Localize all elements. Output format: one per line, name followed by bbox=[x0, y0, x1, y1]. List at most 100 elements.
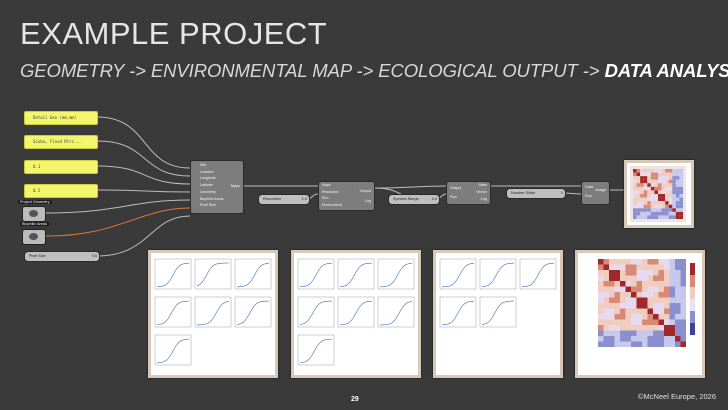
heatmap-cell bbox=[665, 208, 669, 212]
heatmap-cell bbox=[620, 325, 626, 331]
environmental-map-component[interactable]: Site Location Longitude Latitude Geometr… bbox=[190, 160, 244, 214]
heatmap-cell bbox=[647, 325, 653, 331]
heatmap-cell bbox=[668, 172, 673, 177]
heatmap-cell bbox=[668, 176, 673, 180]
heatmap-cell bbox=[598, 325, 604, 331]
heatmap-cell bbox=[643, 211, 648, 216]
heatmap-cell bbox=[668, 197, 673, 202]
input-panel[interactable]: 0.5 bbox=[24, 184, 98, 198]
resolution-slider[interactable]: Resolution 1.0 bbox=[258, 194, 310, 205]
heatmap-cell bbox=[658, 286, 664, 292]
heatmap-cell bbox=[620, 270, 626, 276]
heatmap-cell bbox=[598, 297, 604, 303]
heatmap-cell bbox=[679, 204, 683, 209]
heatmap-cell bbox=[614, 341, 620, 347]
heatmap-cell bbox=[672, 197, 676, 202]
slider-value: 1.0 bbox=[301, 197, 307, 201]
component-input: Run bbox=[450, 195, 457, 199]
ecological-output-component[interactable]: Maps Resolution Run Environment Output L… bbox=[318, 181, 375, 211]
heatmap-cell bbox=[661, 169, 666, 173]
heatmap-cell bbox=[675, 208, 680, 212]
heatmap-cell bbox=[642, 297, 648, 303]
heatmap-cell bbox=[640, 215, 644, 219]
heatmap-cell bbox=[664, 314, 670, 320]
input-panel[interactable]: Detail Geo (mm,mm) bbox=[24, 111, 98, 125]
colorbar-segment bbox=[690, 311, 695, 323]
heatmap-cell bbox=[669, 292, 675, 298]
heatmap-cell bbox=[642, 270, 648, 276]
species-range-slider[interactable]: Species Range 0.4 bbox=[388, 194, 440, 205]
component-input: Environment bbox=[322, 202, 342, 207]
heatmap-cell bbox=[643, 190, 648, 194]
heatmap-cell bbox=[672, 208, 676, 212]
heatmap-cell bbox=[664, 292, 670, 298]
heatmap-cell bbox=[633, 211, 637, 216]
heatmap-cell bbox=[631, 330, 637, 336]
heatmap-cell bbox=[633, 176, 637, 180]
heatmap-cell bbox=[658, 204, 662, 209]
heatmap-cell bbox=[647, 201, 651, 205]
heatmap-cell bbox=[633, 169, 637, 173]
heatmap-cell bbox=[650, 211, 655, 216]
heatmap-cell bbox=[675, 297, 681, 303]
heatmap-cell bbox=[620, 292, 626, 298]
heatmap-cell bbox=[680, 270, 686, 276]
page-number: 29 bbox=[351, 396, 359, 403]
heatmap-cell bbox=[672, 169, 676, 173]
heatmap-cell bbox=[679, 183, 683, 187]
heatmap-cell bbox=[650, 204, 655, 209]
heatmap-cell bbox=[633, 183, 637, 187]
line-charts-grid bbox=[439, 258, 557, 328]
wire bbox=[373, 185, 447, 189]
heatmap-cell bbox=[603, 292, 609, 298]
heatmap-cell bbox=[609, 330, 615, 336]
input-panel[interactable]: 0.1 bbox=[24, 160, 98, 174]
data-analysis-component[interactable]: Output Run Stats Vector Log bbox=[446, 181, 491, 205]
heatmap-cell bbox=[661, 197, 666, 202]
heatmap-cell bbox=[669, 275, 675, 281]
heatmap-cell bbox=[647, 204, 651, 209]
heatmap-cell bbox=[631, 336, 637, 342]
input-panel[interactable]: Scuba, Flood Rtrs... bbox=[24, 135, 98, 149]
heatmap-cell bbox=[668, 179, 673, 184]
heatmap-cell bbox=[643, 169, 648, 173]
heatmap-cell bbox=[647, 194, 651, 198]
heatmap-cell bbox=[650, 197, 655, 202]
heatmap-cell bbox=[658, 259, 664, 265]
heatmap-cell bbox=[636, 297, 642, 303]
heatmap-cell bbox=[653, 341, 659, 347]
heatmap-cell bbox=[647, 190, 651, 194]
heatmap-preview-small bbox=[624, 160, 694, 228]
heatmap-cell bbox=[661, 211, 666, 216]
heatmap-cell bbox=[679, 201, 683, 205]
geometry-param-icon[interactable] bbox=[22, 229, 46, 245]
component-input: Latitude bbox=[200, 183, 213, 188]
heatmap-cell bbox=[665, 190, 669, 194]
heatmap-cell bbox=[633, 186, 637, 191]
heatmap-cell bbox=[675, 186, 680, 191]
number-slider[interactable]: Number Slider 1 bbox=[506, 188, 566, 199]
heatmap-cell bbox=[653, 308, 659, 314]
component-input: Location bbox=[200, 169, 214, 174]
heatmap-cell bbox=[609, 325, 615, 331]
component-output: Stats bbox=[478, 183, 487, 187]
heatmap-cell bbox=[661, 194, 666, 198]
heatmap-cell bbox=[609, 270, 615, 276]
heatmap-cell bbox=[647, 336, 653, 342]
heatmap-cell bbox=[636, 336, 642, 342]
heatmap-cell bbox=[658, 172, 662, 177]
pixel-size-slider[interactable]: Pixel Size 0.6 bbox=[24, 251, 100, 262]
heatmap-cell bbox=[603, 275, 609, 281]
heatmap-cell bbox=[675, 259, 681, 265]
heatmap-cell bbox=[675, 215, 680, 219]
heatmap-cell bbox=[643, 197, 648, 202]
heatmap-cell bbox=[647, 179, 651, 184]
heatmap-cell bbox=[633, 194, 637, 198]
heatmap-cell bbox=[665, 201, 669, 205]
heatmap-cell bbox=[603, 286, 609, 292]
heatmap-cell bbox=[675, 281, 681, 287]
image-output-component[interactable]: Data Run Image bbox=[581, 181, 610, 205]
heatmap-cell bbox=[669, 341, 675, 347]
heatmap-cell bbox=[654, 197, 658, 202]
geometry-param-icon[interactable] bbox=[22, 206, 46, 222]
